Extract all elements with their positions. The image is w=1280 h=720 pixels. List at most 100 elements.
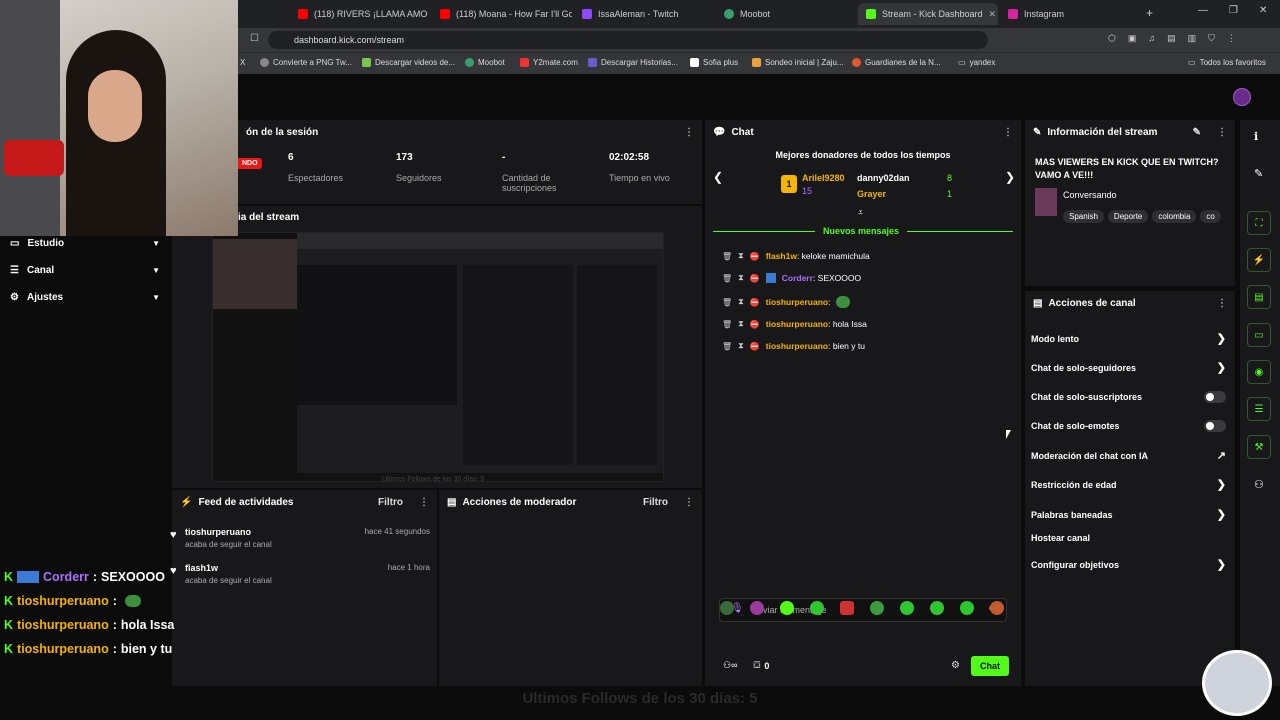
action-banned-words[interactable]: Palabras baneadas ❯	[1031, 508, 1226, 521]
bookmark-sofia[interactable]: Sofia plus	[690, 58, 738, 67]
more-icon[interactable]: ⋮	[419, 497, 429, 508]
screenshot-icon[interactable]: ▣	[1128, 33, 1137, 44]
ban-icon[interactable]: ⛔	[750, 320, 760, 329]
browser-toolbar-icons[interactable]: ⬡ ▣ ♫ ▤ ▥ ⛉ ⋮	[1108, 33, 1258, 44]
bookmark-guardianes[interactable]: Guardianes de la N...	[852, 58, 941, 67]
sidebar-item-estudio[interactable]: ▭ Estudio ▼	[10, 238, 160, 249]
bookmark-yandex[interactable]: ▭ yandex	[958, 58, 995, 67]
new-tab-icon[interactable]: +	[1146, 6, 1153, 20]
timeout-icon[interactable]: ⧗	[738, 319, 744, 329]
timeout-icon[interactable]: ⧗	[738, 341, 744, 351]
rail-button-tools[interactable]: ⚒	[1247, 435, 1271, 459]
pencil-icon[interactable]: ✎	[1254, 167, 1263, 180]
emote-icon[interactable]	[780, 601, 794, 615]
all-bookmarks[interactable]: ▭ Todos los favoritos	[1188, 58, 1266, 67]
timeout-icon[interactable]: ⧗	[738, 297, 744, 307]
gear-icon[interactable]: ⚙	[951, 660, 960, 671]
rail-button-chat[interactable]: ▭	[1247, 323, 1271, 347]
action-followers-only[interactable]: Chat de solo-seguidores ❯	[1031, 361, 1226, 374]
action-slow-mode[interactable]: Modo lento ❯	[1031, 332, 1226, 345]
action-subscribers-only[interactable]: Chat de solo-suscriptores	[1031, 391, 1226, 403]
filter-button[interactable]: Filtro	[643, 497, 668, 508]
rail-button-list[interactable]: ▤	[1247, 285, 1271, 309]
tab-instagram[interactable]: Instagram	[1000, 3, 1140, 25]
emote-icon[interactable]	[750, 601, 764, 615]
tab-moobot[interactable]: Moobot	[716, 3, 856, 25]
url-field[interactable]: dashboard.kick.com/stream	[268, 31, 988, 49]
trash-icon[interactable]: 🗑	[722, 320, 732, 329]
more-icon[interactable]: ⋮	[684, 127, 694, 138]
action-ai-moderation[interactable]: Moderación del chat con IA ↗	[1031, 449, 1226, 462]
trash-icon[interactable]: 🗑	[722, 342, 732, 351]
emote-icon[interactable]	[720, 601, 734, 615]
close-tab-icon[interactable]: ✕	[989, 9, 997, 20]
bookmark-icon[interactable]: ☐	[250, 33, 259, 44]
rail-button-expand[interactable]: ⛶	[1247, 211, 1271, 235]
trash-icon[interactable]: 🗑	[722, 298, 732, 307]
music-icon[interactable]: ♫	[1148, 33, 1155, 44]
trash-icon[interactable]: 🗑	[722, 274, 732, 283]
shield-icon[interactable]: ⛉	[1208, 33, 1215, 44]
tag[interactable]: Spanish	[1063, 210, 1104, 223]
bookmark-historias[interactable]: Descargar Historias...	[588, 58, 678, 67]
emote-icon[interactable]	[990, 601, 1004, 615]
bookmark-moobot[interactable]: Moobot	[465, 58, 505, 67]
extension-icon[interactable]: ⬡	[1108, 33, 1116, 44]
chat-send-button[interactable]: Chat	[971, 656, 1009, 676]
tab-youtube-rivers[interactable]: (118) RIVERS ¡LLAMA AMO	[290, 3, 430, 25]
tag[interactable]: colombia	[1152, 210, 1197, 223]
toggle-switch[interactable]	[1204, 420, 1226, 432]
prev-arrow-icon[interactable]: ❮	[713, 170, 723, 184]
more-icon[interactable]: ⋮	[1003, 127, 1013, 138]
emote-icon[interactable]	[900, 601, 914, 615]
info-icon[interactable]: ℹ	[1254, 130, 1258, 143]
more-icon[interactable]: ⋮	[1217, 127, 1227, 138]
more-icon[interactable]: ⋮	[1217, 298, 1227, 309]
maximize-icon[interactable]: ❐	[1229, 5, 1238, 16]
sidebar-item-canal[interactable]: ☰ Canal ▼	[10, 265, 160, 276]
minimize-icon[interactable]: —	[1198, 5, 1208, 16]
close-window-icon[interactable]: ✕	[1259, 5, 1267, 16]
filter-button[interactable]: Filtro	[378, 497, 403, 508]
toggle-switch[interactable]	[1204, 391, 1226, 403]
emote-icon[interactable]	[930, 601, 944, 615]
bookmark-descargar-videos[interactable]: Descargar videos de...	[362, 58, 455, 67]
timeout-icon[interactable]: ⧗	[738, 273, 744, 283]
tag[interactable]: co	[1200, 210, 1221, 223]
ban-icon[interactable]: ⛔	[750, 274, 760, 283]
menu-icon[interactable]: ⋮	[1227, 33, 1236, 44]
action-emotes-only[interactable]: Chat de solo-emotes	[1031, 420, 1226, 432]
stream-video[interactable]	[212, 232, 664, 482]
bookmark-x[interactable]: X	[240, 58, 245, 67]
emote-icon[interactable]	[810, 601, 824, 615]
sidebar-icon[interactable]: ▤	[1167, 33, 1176, 44]
sidebar-item-ajustes[interactable]: ⚙ Ajustes ▼	[10, 292, 160, 303]
tab-kick-dashboard[interactable]: Stream - Kick Dashboard ✕	[858, 3, 998, 25]
trash-icon[interactable]: 🗑	[722, 252, 732, 261]
tab-youtube-moana[interactable]: (118) Moana - How Far I'll Go	[432, 3, 572, 25]
tag[interactable]: Deporte	[1107, 210, 1149, 223]
rail-button-broadcast[interactable]: ◉	[1247, 360, 1271, 384]
emote-icon[interactable]	[840, 601, 854, 615]
more-icon[interactable]: ⋮	[684, 497, 694, 508]
bookmark-sondeo[interactable]: Sondeo inicial | Zaju...	[752, 58, 844, 67]
ban-icon[interactable]: ⛔	[750, 342, 760, 351]
user-avatar[interactable]	[1233, 88, 1251, 106]
rail-button-lightning[interactable]: ⚡	[1247, 248, 1271, 272]
action-age-restriction[interactable]: Restricción de edad ❯	[1031, 478, 1226, 491]
timeout-icon[interactable]: ⧗	[738, 251, 744, 261]
rail-button-actions[interactable]: ☰	[1247, 397, 1271, 421]
bookmark-png[interactable]: Convierte a PNG Tw...	[260, 58, 352, 67]
action-configure-goals[interactable]: Configurar objetivos ❯	[1031, 558, 1226, 571]
users-icon[interactable]: ⚇	[1254, 478, 1264, 491]
collapse-icon[interactable]: ⩡	[858, 207, 863, 218]
emote-icon[interactable]	[870, 601, 884, 615]
users-icon[interactable]: ⚇∞	[723, 660, 737, 671]
wallet-icon[interactable]: ▥	[1188, 33, 1197, 44]
action-host-channel[interactable]: Hostear canal	[1031, 533, 1226, 543]
bookmark-y2mate[interactable]: Y2mate.com	[520, 58, 578, 67]
ban-icon[interactable]: ⛔	[750, 298, 760, 307]
emote-icon[interactable]	[960, 601, 974, 615]
tab-twitch[interactable]: IssaAleman - Twitch	[574, 3, 714, 25]
edit-icon[interactable]: ✎	[1193, 127, 1201, 138]
